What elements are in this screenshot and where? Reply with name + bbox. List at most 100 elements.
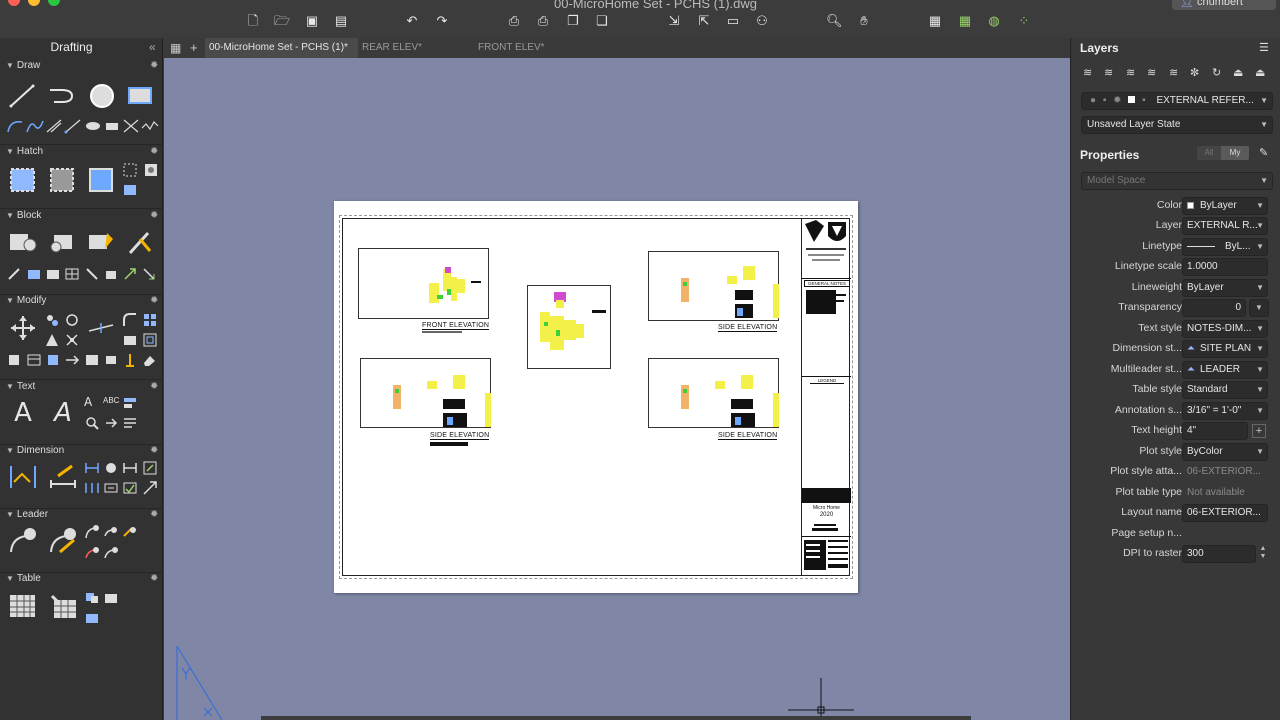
rectangle-tool[interactable]	[127, 84, 155, 108]
modify-tool-d[interactable]	[64, 352, 80, 368]
line-tool[interactable]	[8, 82, 36, 110]
edit-block-tool[interactable]	[87, 229, 117, 255]
dim-tool-d[interactable]	[142, 460, 158, 476]
insert-table-tool[interactable]	[8, 592, 38, 620]
block-tool-a[interactable]	[6, 266, 22, 282]
gear-icon[interactable]: ✹	[150, 146, 158, 157]
table-tool-c[interactable]	[84, 610, 100, 626]
wipeout-tool[interactable]	[143, 162, 159, 178]
dimension-style-select[interactable]: ⏶ SITE PLAN ▼	[1182, 340, 1268, 358]
new-file-icon[interactable]: 🗋	[245, 14, 261, 28]
current-layer-select[interactable]: ● ▪ ✹ ▪ EXTERNAL REFER... ▼	[1081, 92, 1273, 110]
linear-dimension-tool[interactable]	[48, 462, 78, 492]
leader-edit-tool[interactable]	[48, 526, 78, 556]
boundary-tool[interactable]	[87, 166, 115, 194]
leader-remove-tool[interactable]	[103, 524, 119, 540]
dim-tool-h[interactable]	[142, 480, 158, 496]
gear-icon[interactable]: ✹	[150, 509, 158, 520]
block-tool-f[interactable]	[103, 266, 119, 282]
pan-hand-icon[interactable]: ✋︎	[856, 14, 872, 28]
horizontal-scrollbar[interactable]	[261, 716, 971, 720]
text-align-tool[interactable]	[122, 395, 138, 411]
trim-tool[interactable]	[87, 321, 115, 335]
viewport-side-elevation-1[interactable]	[648, 251, 779, 321]
layout-icon[interactable]: ▭	[725, 14, 741, 28]
leader-align-tool[interactable]	[122, 524, 138, 540]
filter-all-toggle[interactable]: All	[1197, 146, 1221, 160]
section-table-header[interactable]: ▼ Table	[6, 573, 41, 584]
layer-current-icon[interactable]: ≋	[1126, 66, 1135, 79]
export-icon[interactable]: ⇱	[696, 14, 712, 28]
layer-select[interactable]: EXTERNAL R... ▼	[1182, 217, 1268, 235]
modify-tool-b[interactable]	[26, 352, 42, 368]
transparency-input[interactable]: 0	[1182, 299, 1246, 317]
page-setup-value[interactable]	[1182, 525, 1268, 543]
new-tab-button[interactable]: +	[188, 38, 202, 58]
dim-tool-a[interactable]	[84, 460, 100, 476]
block-tool-c[interactable]	[45, 266, 61, 282]
save-icon[interactable]: ▣	[304, 14, 320, 28]
section-draw-header[interactable]: ▼ Draw	[6, 60, 40, 71]
paste-icon[interactable]: ❏	[594, 14, 610, 28]
fillet-tool[interactable]	[122, 312, 138, 328]
table-tool-b[interactable]	[103, 590, 119, 606]
table-from-data-tool[interactable]	[48, 592, 78, 620]
tab-front-elev[interactable]: FRONT ELEV*	[474, 38, 590, 58]
gear-icon[interactable]: ✹	[150, 381, 158, 392]
layer-previous-icon[interactable]: ≋	[1169, 66, 1178, 79]
construction-tool[interactable]	[122, 118, 140, 134]
open-folder-icon[interactable]: 🗁	[274, 14, 290, 28]
multileader-tool[interactable]	[8, 526, 38, 556]
block-attribute-tool[interactable]	[126, 229, 156, 255]
viewport-side-elevation-2[interactable]	[360, 358, 491, 428]
zoom-window-button[interactable]	[48, 0, 60, 6]
share-icon[interactable]: ⚇	[754, 14, 770, 28]
section-text-header[interactable]: ▼ Text	[6, 381, 35, 392]
layout-name-input[interactable]: 06-EXTERIOR...	[1182, 504, 1268, 522]
gear-icon[interactable]: ✹	[150, 60, 158, 71]
stretch-tool[interactable]	[122, 332, 138, 348]
section-hatch-header[interactable]: ▼ Hatch	[6, 146, 43, 157]
rotate-tool[interactable]	[64, 312, 80, 328]
dim-radius-tool[interactable]	[103, 460, 119, 476]
ray-tool[interactable]	[64, 118, 82, 134]
layer-isolate-icon[interactable]: ✼	[1190, 66, 1199, 79]
hatch-tool[interactable]	[9, 166, 37, 194]
mirror-tool[interactable]	[44, 332, 60, 348]
drawing-canvas[interactable]: FRONT ELEVATION SIDE ELEVATION SIDE ELEV…	[164, 58, 1070, 720]
revcloud-tool[interactable]	[103, 118, 121, 134]
lineweight-select[interactable]: ByLayer ▼	[1182, 279, 1268, 297]
block-table-tool[interactable]	[64, 266, 80, 282]
multileader-style-select[interactable]: ⏶ LEADER ▼	[1182, 361, 1268, 379]
table-style-select[interactable]: Standard ▼	[1182, 381, 1268, 399]
ellipse-tool[interactable]	[84, 118, 102, 134]
section-dimension-header[interactable]: ▼ Dimension	[6, 445, 64, 456]
layer-state-select[interactable]: Unsaved Layer State ▼	[1081, 116, 1273, 134]
offset-tool[interactable]	[142, 332, 158, 348]
find-text-tool[interactable]	[84, 415, 100, 431]
plot-style-select[interactable]: ByColor ▼	[1182, 443, 1268, 461]
dim-tool-e[interactable]	[84, 480, 100, 496]
text-style-select[interactable]: NOTES-DIM... ▼	[1182, 320, 1268, 338]
block-tool-g[interactable]	[122, 266, 138, 282]
circle-tool[interactable]	[88, 82, 116, 110]
dpi-input[interactable]: 300	[1182, 545, 1256, 563]
insert-block-tool[interactable]	[8, 229, 38, 255]
layer-walk-icon[interactable]: ↻	[1212, 66, 1221, 79]
leader-style-tool[interactable]	[103, 544, 119, 560]
xline-tool[interactable]	[45, 118, 63, 134]
layer-freeze-icon[interactable]: ⏏	[1233, 66, 1243, 79]
smart-dimension-tool[interactable]	[8, 462, 38, 492]
close-window-button[interactable]	[8, 0, 20, 6]
linetype-select[interactable]: ByL... ▼	[1182, 238, 1268, 256]
justify-text-tool[interactable]	[122, 415, 138, 431]
gear-icon[interactable]: ✹	[150, 445, 158, 456]
modify-tool-g[interactable]	[122, 352, 138, 368]
erase-tool[interactable]	[141, 352, 157, 368]
gear-icon[interactable]: ✹	[150, 573, 158, 584]
import-icon[interactable]: ⇲	[666, 14, 682, 28]
collapse-panel-icon[interactable]: «	[149, 40, 156, 54]
single-line-text-tool[interactable]: A	[50, 398, 76, 428]
linetype-scale-input[interactable]: 1.0000	[1182, 258, 1268, 276]
modify-tool-f[interactable]	[103, 352, 119, 368]
